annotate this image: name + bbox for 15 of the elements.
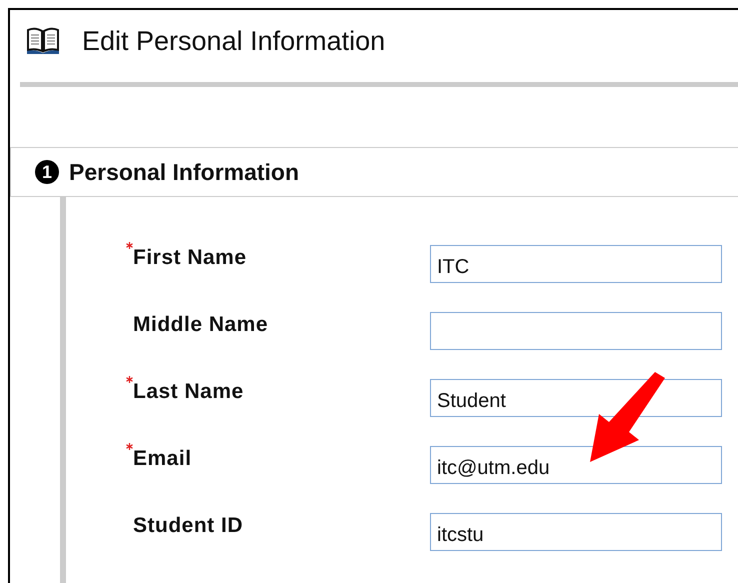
field-label: Middle Name (133, 313, 268, 337)
book-icon (26, 27, 60, 55)
field-label: Email (133, 447, 192, 471)
input-field[interactable]: ITC (430, 245, 722, 283)
step-number: 1 (35, 160, 59, 184)
arrow-icon (587, 370, 667, 465)
input-field[interactable]: Student (430, 379, 722, 417)
page-title: Edit Personal Information (82, 26, 386, 56)
field-label: Student ID (133, 514, 243, 538)
input-field[interactable]: itc@utm.edu (430, 446, 722, 484)
input-field[interactable] (430, 312, 722, 350)
field-label: Last Name (133, 380, 244, 404)
field-label: First Name (133, 246, 247, 270)
input-field[interactable]: itcstu (430, 513, 722, 551)
section-title: Personal Information (69, 158, 300, 186)
